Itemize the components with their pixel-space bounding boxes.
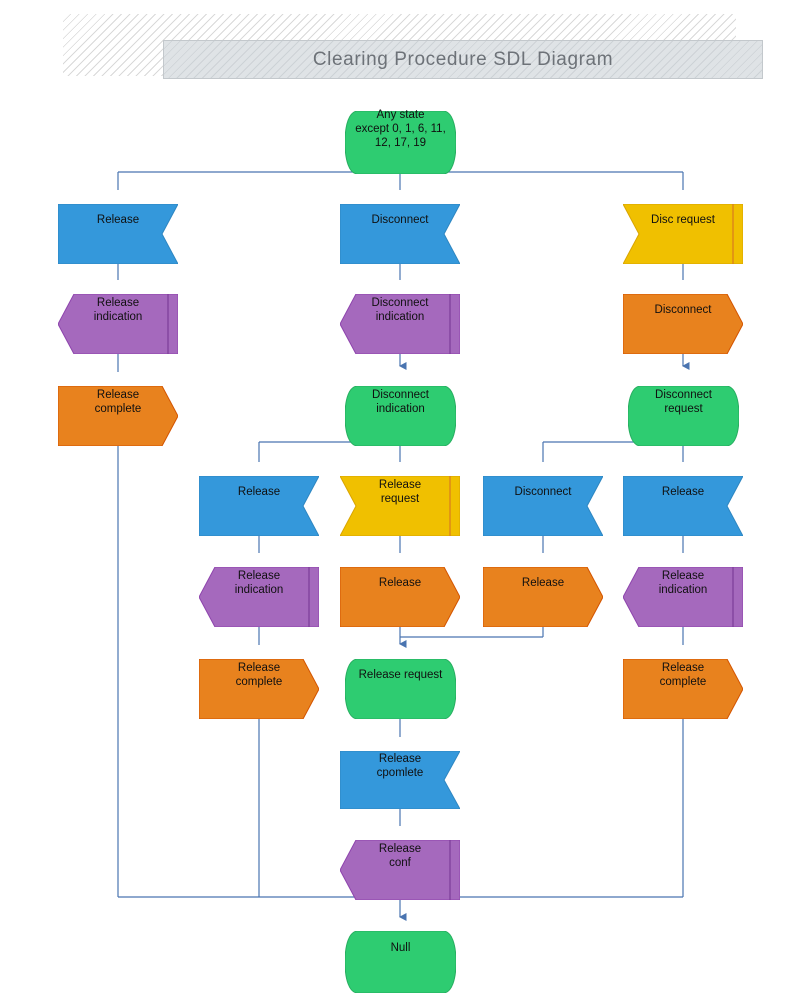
node-label: Release: [521, 577, 565, 589]
node-release-complete-output-right[interactable]: Release complete: [623, 645, 743, 719]
node-label: Disconnect: [514, 486, 572, 498]
node-label: Disconnect indication: [372, 389, 429, 415]
node-label: Release request: [378, 479, 422, 505]
node-label: Release: [661, 486, 705, 498]
node-label: Release cpomlete: [376, 753, 424, 779]
node-release-complete-output-left[interactable]: Release complete: [58, 372, 178, 446]
node-label: Release conf: [378, 843, 422, 869]
node-disconnect-input-inner-right[interactable]: Disconnect: [483, 462, 603, 536]
node-label: Release indication: [234, 570, 284, 596]
node-label: Disc request: [651, 214, 715, 226]
node-release-indication-save-right[interactable]: Release indication: [623, 553, 743, 627]
node-label: Release complete: [235, 662, 283, 688]
node-label: Release indication: [658, 570, 708, 596]
node-release-request-priority-input[interactable]: Release request: [340, 462, 460, 536]
node-label: Release complete: [94, 389, 142, 415]
node-release-input-right[interactable]: Release: [623, 462, 743, 536]
node-label: Release: [96, 214, 140, 226]
node-release-indication-save-inner-left[interactable]: Release indication: [199, 553, 319, 627]
node-label: Release: [237, 486, 281, 498]
node-label: Disconnect indication: [371, 297, 429, 323]
node-release-cpomlete-input[interactable]: Release cpomlete: [340, 737, 460, 809]
node-release-output-inner-right[interactable]: Release: [483, 553, 603, 627]
node-disc-request-priority-input[interactable]: Disc request: [623, 190, 743, 264]
node-release-complete-output-inner-left[interactable]: Release complete: [199, 645, 319, 719]
node-label: Release request: [358, 669, 443, 681]
node-disconnect-request-state[interactable]: Disconnect request: [628, 372, 739, 446]
node-label: Null: [390, 942, 411, 954]
node-release-output-center[interactable]: Release: [340, 553, 460, 627]
node-any-state[interactable]: Any state except 0, 1, 6, 11, 12, 17, 19: [345, 97, 456, 174]
node-disconnect-indication-save[interactable]: Disconnect indication: [340, 280, 460, 354]
node-label: Disconnect: [654, 304, 712, 316]
node-label: Release complete: [659, 662, 707, 688]
node-release-indication-save-left[interactable]: Release indication: [58, 280, 178, 354]
node-release-input-left[interactable]: Release: [58, 190, 178, 264]
node-release-request-state[interactable]: Release request: [345, 645, 456, 719]
node-release-input-inner-left[interactable]: Release: [199, 462, 319, 536]
node-label: Release: [378, 577, 422, 589]
node-label: Any state except 0, 1, 6, 11, 12, 17, 19: [355, 108, 446, 149]
node-label: Disconnect: [371, 214, 429, 226]
node-disconnect-indication-state[interactable]: Disconnect indication: [345, 372, 456, 446]
node-label: Release indication: [93, 297, 143, 323]
node-null-state[interactable]: Null: [345, 917, 456, 993]
node-release-conf-save[interactable]: Release conf: [340, 826, 460, 900]
diagram-canvas: Clearing Procedure SDL Diagram Any state…: [0, 0, 800, 1000]
node-label: Disconnect request: [655, 389, 712, 415]
node-disconnect-input[interactable]: Disconnect: [340, 190, 460, 264]
node-disconnect-output[interactable]: Disconnect: [623, 280, 743, 354]
